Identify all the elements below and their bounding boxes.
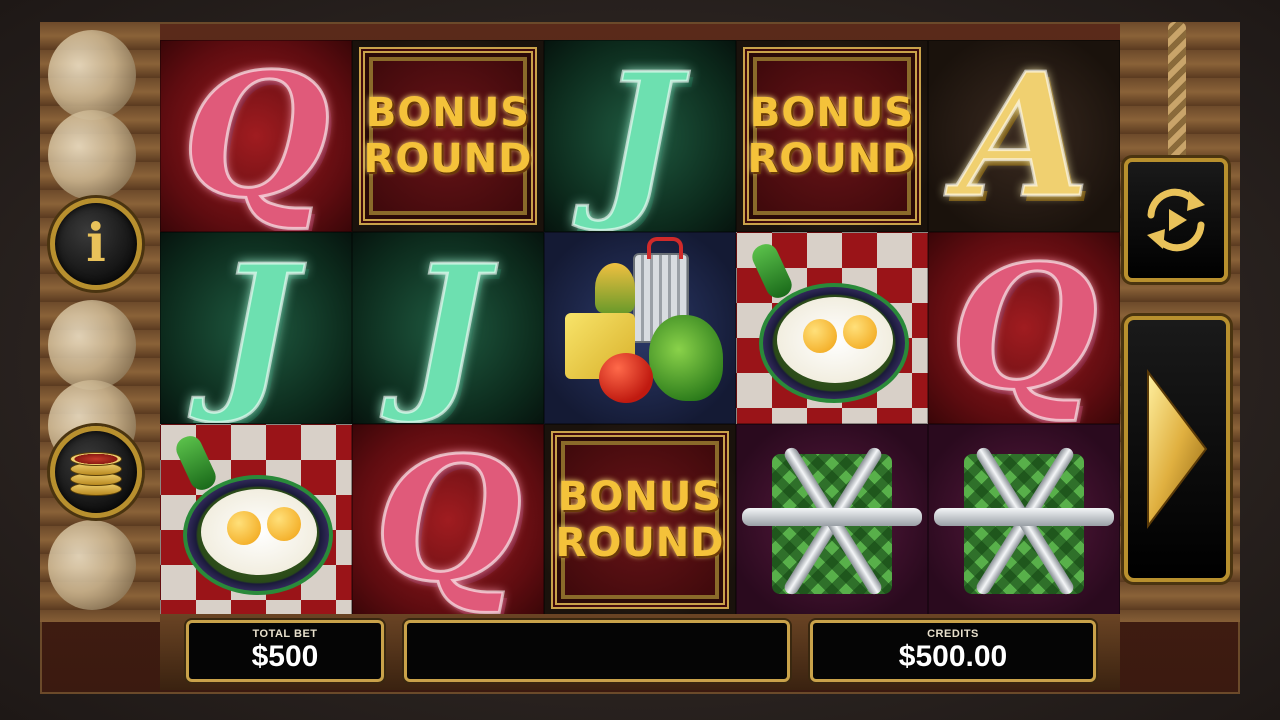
bonus-line-1: BONUS [365, 90, 531, 136]
spin-button[interactable] [1124, 316, 1230, 582]
reel-cell [544, 232, 736, 424]
symbol-j: J [214, 232, 297, 424]
symbol-a: A [957, 40, 1092, 232]
reel-cell: Q [160, 40, 352, 232]
reel-grid: Q BONUS ROUND J BONUS ROUND A J J Q Q BO… [160, 40, 1120, 616]
message-panel [404, 620, 790, 682]
reel-cell [928, 424, 1120, 616]
reel-cell: BONUS ROUND [352, 40, 544, 232]
symbol-q: Q [948, 232, 1099, 424]
garlic-decoration [48, 300, 136, 390]
reel-cell: BONUS ROUND [544, 424, 736, 616]
reel-cell: BONUS ROUND [736, 40, 928, 232]
info-icon: i [86, 213, 106, 274]
autoplay-repeat-icon [1147, 188, 1205, 252]
garlic-decoration [48, 30, 136, 120]
total-bet-label: TOTAL BET [252, 628, 318, 640]
bonus-line-2: ROUND [555, 520, 725, 566]
rope-decoration [1168, 22, 1186, 162]
credits-value: $500.00 [898, 640, 1008, 673]
reel-cell: Q [352, 424, 544, 616]
symbol-eggs-pan [171, 432, 341, 605]
garlic-decoration [48, 110, 136, 200]
symbol-bonus-round: BONUS ROUND [743, 47, 921, 225]
symbol-q: Q [372, 424, 523, 616]
symbol-j: J [406, 232, 489, 424]
reel-cell: J [160, 232, 352, 424]
info-button[interactable]: i [50, 198, 142, 290]
symbol-vegetables [555, 237, 725, 413]
coin-stack-icon [70, 446, 122, 498]
play-triangle-icon [1147, 369, 1208, 529]
symbol-cutlery [742, 430, 922, 610]
bet-button[interactable] [50, 426, 142, 518]
symbol-bonus-round: BONUS ROUND [359, 47, 537, 225]
reel-cell: J [544, 40, 736, 232]
total-bet-panel: TOTAL BET $500 [186, 620, 384, 682]
bonus-line-1: BONUS [557, 474, 723, 520]
symbol-j: J [598, 40, 681, 232]
symbol-q: Q [180, 40, 331, 232]
reel-cell: J [352, 232, 544, 424]
reel-cell [736, 232, 928, 424]
credits-panel: CREDITS $500.00 [810, 620, 1096, 682]
credits-label: CREDITS [927, 628, 979, 640]
reel-cell: A [928, 40, 1120, 232]
bonus-line-2: ROUND [363, 136, 533, 182]
bonus-line-2: ROUND [747, 136, 917, 182]
symbol-cutlery [934, 430, 1114, 610]
bonus-line-1: BONUS [749, 90, 915, 136]
autoplay-button[interactable] [1124, 158, 1228, 282]
reel-cell: Q [928, 232, 1120, 424]
garlic-decoration [48, 520, 136, 610]
symbol-eggs-pan [747, 240, 917, 413]
reel-cell [736, 424, 928, 616]
total-bet-value: $500 [251, 640, 319, 673]
symbol-bonus-round: BONUS ROUND [551, 431, 729, 609]
reel-cell [160, 424, 352, 616]
